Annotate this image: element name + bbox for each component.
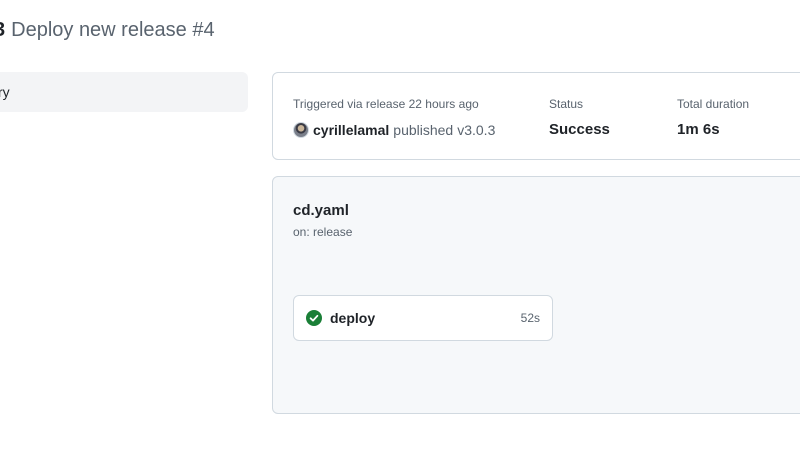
run-summary-card: Triggered via release 22 hours ago cyril… — [272, 72, 800, 160]
actor-link[interactable]: cyrillelamal — [313, 120, 389, 140]
duration-value: 1m 6s — [677, 121, 720, 138]
trigger-label: Triggered via release 22 hours ago — [293, 97, 479, 111]
workflow-trigger: on: release — [293, 225, 353, 239]
run-title-text: Deploy new release #4 — [11, 19, 215, 41]
sidebar-item-summary[interactable]: ry — [0, 72, 248, 112]
sidebar-item-label: ry — [0, 84, 10, 100]
workflow-file-name: cd.yaml — [293, 202, 349, 219]
workflow-run-page: 3 Deploy new release #4 ry Triggered via … — [0, 0, 800, 450]
status-label: Status — [549, 97, 584, 111]
job-name: deploy — [330, 310, 376, 326]
job-duration: 52s — [520, 311, 540, 325]
actor-action: published — [393, 122, 454, 138]
status-section: Status Success — [549, 96, 610, 140]
status-value: Success — [549, 121, 610, 138]
run-title-version-fragment: 3 — [0, 19, 5, 41]
avatar[interactable] — [293, 122, 309, 138]
check-circle-icon — [306, 310, 322, 326]
trigger-section: Triggered via release 22 hours ago cyril… — [293, 96, 495, 140]
actor-line: cyrillelamal published v3.0.3 — [293, 120, 495, 140]
page-title: 3 Deploy new release #4 — [0, 17, 215, 43]
workflow-graph-card: cd.yaml on: release deploy 52s — [272, 176, 800, 414]
duration-section: Total duration 1m 6s — [677, 96, 749, 140]
release-version-link[interactable]: v3.0.3 — [457, 120, 495, 140]
duration-label: Total duration — [677, 97, 750, 111]
job-deploy[interactable]: deploy 52s — [293, 295, 553, 341]
